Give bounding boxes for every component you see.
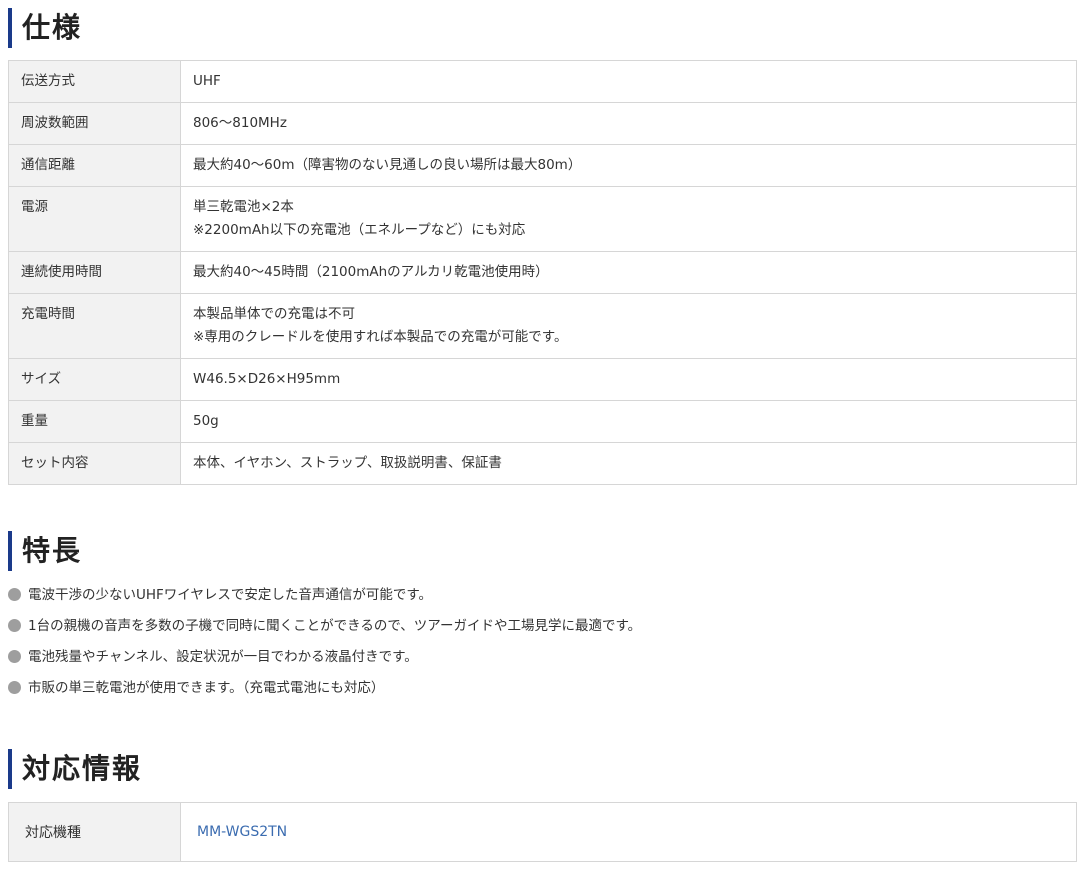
feature-item: 電池残量やチャンネル、設定状況が一目でわかる液晶付きです。	[8, 645, 641, 676]
spec-value-line: ※専用のクレードルを使用すれば本製品での充電が可能です。	[193, 329, 568, 345]
spec-value: 最大約40～60m（障害物のない見通しの良い場所は最大80m）	[180, 144, 1077, 187]
feature-item: 市販の単三乾電池が使用できます。（充電式電池にも対応）	[8, 676, 641, 707]
spec-value-line: UHF	[193, 73, 221, 89]
feature-item: 電波干渉の少ないUHFワイヤレスで安定した音声通信が可能です。	[8, 583, 641, 614]
spec-label: 通信距離	[8, 144, 181, 187]
compat-heading: 対応情報	[8, 749, 142, 789]
spec-row: 電源 単三乾電池×2本 ※2200mAh以下の充電池（エネループなど）にも対応	[8, 186, 1077, 252]
feature-text: 電波干渉の少ないUHFワイヤレスで安定した音声通信が可能です。	[28, 587, 433, 603]
spec-value-line: 最大約40～60m（障害物のない見通しの良い場所は最大80m）	[193, 157, 582, 173]
spec-value-line: 単三乾電池×2本	[193, 199, 294, 215]
feature-text: 1台の親機の音声を多数の子機で同時に聞くことができるので、ツアーガイドや工場見学…	[28, 618, 642, 634]
spec-row: 通信距離 最大約40～60m（障害物のない見通しの良い場所は最大80m）	[8, 144, 1077, 187]
compat-row: 対応機種 MM-WGS2TN	[8, 802, 1077, 862]
bullet-circle-icon	[8, 650, 21, 663]
spec-row: 連続使用時間 最大約40～45時間（2100mAhのアルカリ乾電池使用時）	[8, 251, 1077, 294]
bullet-circle-icon	[8, 588, 21, 601]
compat-model-link[interactable]: MM-WGS2TN	[197, 824, 287, 840]
spec-label: 重量	[8, 400, 181, 443]
feature-list: 電波干渉の少ないUHFワイヤレスで安定した音声通信が可能です。 1台の親機の音声を…	[8, 583, 641, 707]
spec-label: 伝送方式	[8, 60, 181, 103]
spec-row: 伝送方式 UHF	[8, 60, 1077, 103]
spec-label: 電源	[8, 186, 181, 252]
spec-row: セット内容 本体、イヤホン、ストラップ、取扱説明書、保証書	[8, 442, 1077, 485]
spec-label: 周波数範囲	[8, 102, 181, 145]
features-heading: 特長	[8, 531, 82, 571]
spec-label: 連続使用時間	[8, 251, 181, 294]
spec-value: W46.5×D26×H95mm	[180, 358, 1077, 401]
compat-label: 対応機種	[8, 802, 181, 862]
feature-text: 市販の単三乾電池が使用できます。（充電式電池にも対応）	[28, 680, 385, 696]
spec-row: 重量 50g	[8, 400, 1077, 443]
spec-row: 充電時間 本製品単体での充電は不可 ※専用のクレードルを使用すれば本製品での充電が可…	[8, 293, 1077, 359]
spec-value-line: 806～810MHz	[193, 115, 287, 131]
spec-value: UHF	[180, 60, 1077, 103]
spec-heading: 仕様	[8, 8, 82, 48]
feature-text: 電池残量やチャンネル、設定状況が一目でわかる液晶付きです。	[28, 649, 418, 665]
compat-table: 対応機種 MM-WGS2TN	[8, 802, 1077, 862]
spec-value: 本製品単体での充電は不可 ※専用のクレードルを使用すれば本製品での充電が可能です。	[180, 293, 1077, 359]
spec-value: 本体、イヤホン、ストラップ、取扱説明書、保証書	[180, 442, 1077, 485]
spec-row: 周波数範囲 806～810MHz	[8, 102, 1077, 145]
spec-label: 充電時間	[8, 293, 181, 359]
spec-value: 50g	[180, 400, 1077, 443]
spec-table: 伝送方式 UHF 周波数範囲 806～810MHz 通信距離 最大約40～60m（障害物の…	[8, 60, 1077, 485]
spec-value-line: 本体、イヤホン、ストラップ、取扱説明書、保証書	[193, 455, 502, 471]
spec-label: サイズ	[8, 358, 181, 401]
spec-value-line: 最大約40～45時間（2100mAhのアルカリ乾電池使用時）	[193, 264, 549, 280]
spec-value: 806～810MHz	[180, 102, 1077, 145]
spec-label: セット内容	[8, 442, 181, 485]
feature-item: 1台の親機の音声を多数の子機で同時に聞くことができるので、ツアーガイドや工場見学…	[8, 614, 641, 645]
compat-value: MM-WGS2TN	[180, 802, 1077, 862]
bullet-circle-icon	[8, 619, 21, 632]
spec-value-line: 50g	[193, 413, 219, 429]
spec-value-line: ※2200mAh以下の充電池（エネループなど）にも対応	[193, 222, 526, 238]
spec-value: 単三乾電池×2本 ※2200mAh以下の充電池（エネループなど）にも対応	[180, 186, 1077, 252]
spec-value-line: W46.5×D26×H95mm	[193, 371, 341, 387]
bullet-circle-icon	[8, 681, 21, 694]
spec-row: サイズ W46.5×D26×H95mm	[8, 358, 1077, 401]
spec-value-line: 本製品単体での充電は不可	[193, 306, 355, 322]
spec-value: 最大約40～45時間（2100mAhのアルカリ乾電池使用時）	[180, 251, 1077, 294]
